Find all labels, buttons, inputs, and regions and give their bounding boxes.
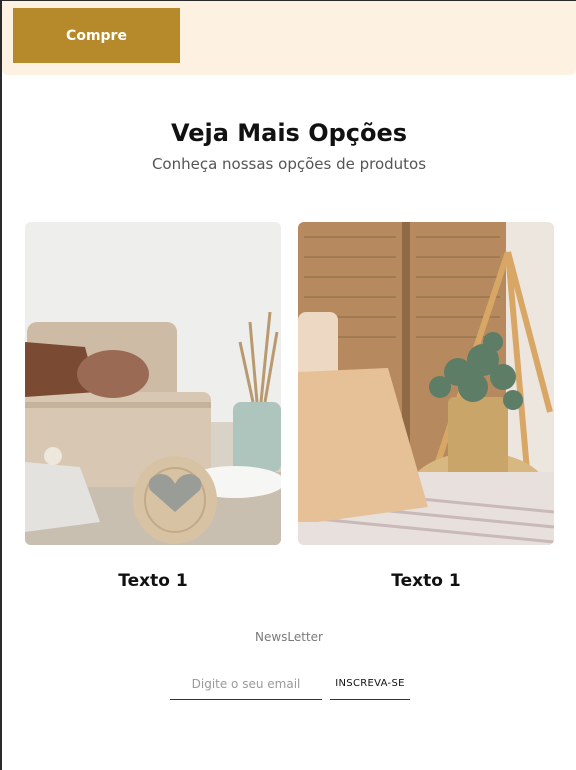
- subscribe-button[interactable]: INSCREVA-SE: [330, 668, 410, 700]
- buy-button[interactable]: Compre: [13, 8, 180, 63]
- bedroom-photo: [298, 222, 554, 545]
- product-image-living-room[interactable]: [25, 222, 281, 545]
- section-title: Veja Mais Opções: [170, 119, 408, 147]
- card-caption: Texto 1: [118, 571, 188, 591]
- product-image-bedroom[interactable]: [298, 222, 554, 545]
- email-input[interactable]: [170, 668, 322, 700]
- living-room-photo: [25, 222, 281, 545]
- newsletter-label: NewsLetter: [254, 630, 323, 644]
- section-subtitle: Conheça nossas opções de produtos: [151, 155, 427, 173]
- card-caption: Texto 1: [391, 571, 461, 591]
- top-bar: Compre: [2, 1, 576, 75]
